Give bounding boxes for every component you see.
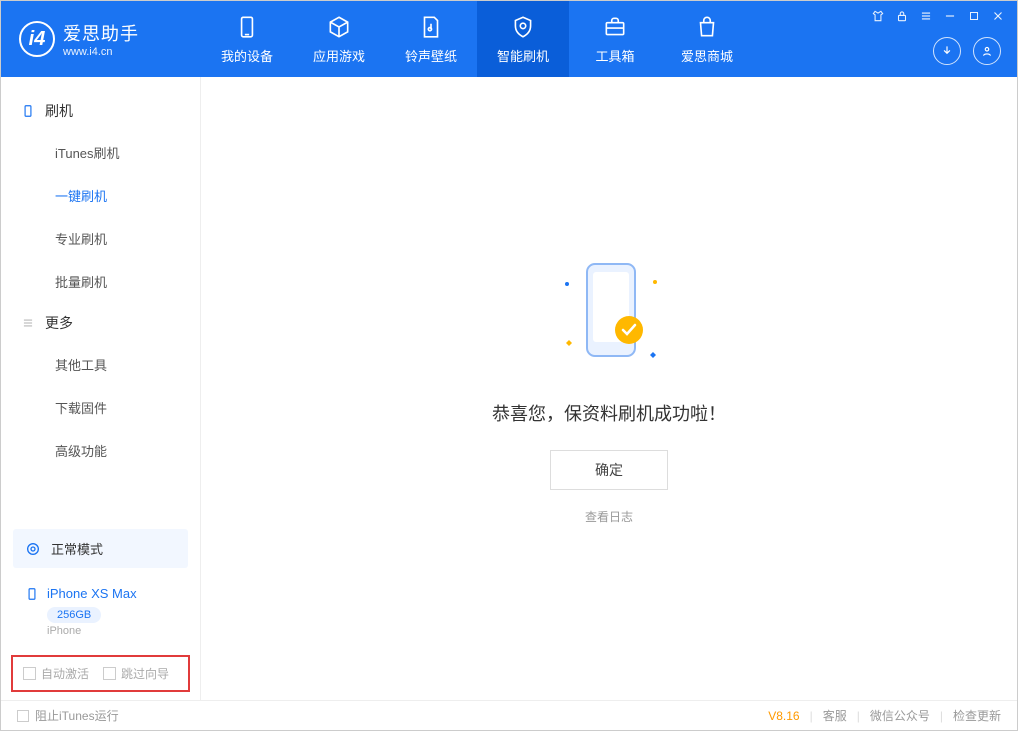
skip-guide-label: 跳过向导 xyxy=(121,665,169,682)
auto-activate-label: 自动激活 xyxy=(41,665,89,682)
tab-my-device[interactable]: 我的设备 xyxy=(201,1,293,77)
tab-toolbox-label: 工具箱 xyxy=(595,46,634,65)
tab-my-device-label: 我的设备 xyxy=(221,46,273,65)
sidebar-item-itunes-flash[interactable]: iTunes刷机 xyxy=(1,131,200,174)
success-illustration xyxy=(549,252,669,372)
body: 刷机 iTunes刷机 一键刷机 专业刷机 批量刷机 更多 其他工具 下载固件 … xyxy=(1,77,1017,700)
shield-gear-icon xyxy=(510,14,536,40)
window-controls xyxy=(871,9,1005,23)
separator: | xyxy=(810,709,813,723)
sidebar-item-oneclick-flash[interactable]: 一键刷机 xyxy=(1,174,200,217)
toolbox-icon xyxy=(602,14,628,40)
lock-icon[interactable] xyxy=(895,9,909,23)
refresh-icon xyxy=(25,541,41,557)
bag-icon xyxy=(694,14,720,40)
checkbox-row: 自动激活 跳过向导 xyxy=(11,655,190,692)
phone-small-icon xyxy=(25,587,39,601)
tab-store-label: 爱思商城 xyxy=(681,46,733,65)
logo-text: 爱思助手 www.i4.cn xyxy=(63,20,139,58)
main-content: 恭喜您，保资料刷机成功啦！ 确定 查看日志 xyxy=(201,77,1017,700)
user-button[interactable] xyxy=(973,37,1001,65)
checkbox-icon xyxy=(17,710,29,722)
nav-tabs: 我的设备 应用游戏 铃声壁纸 智能刷机 工具箱 爱思商城 xyxy=(201,1,753,77)
sidebar: 刷机 iTunes刷机 一键刷机 专业刷机 批量刷机 更多 其他工具 下载固件 … xyxy=(1,77,201,700)
view-log-link[interactable]: 查看日志 xyxy=(585,508,633,525)
menu-icon[interactable] xyxy=(919,9,933,23)
sidebar-bottom: 正常模式 iPhone XS Max 256GB iPhone 自动激活 跳过向… xyxy=(1,521,200,700)
auto-activate-checkbox[interactable]: 自动激活 xyxy=(23,665,89,682)
block-itunes-label: 阻止iTunes运行 xyxy=(35,707,119,724)
cube-icon xyxy=(326,14,352,40)
mode-label: 正常模式 xyxy=(51,539,103,558)
shirt-icon[interactable] xyxy=(871,9,885,23)
sidebar-item-other-tools[interactable]: 其他工具 xyxy=(1,343,200,386)
separator: | xyxy=(940,709,943,723)
sidebar-item-pro-flash[interactable]: 专业刷机 xyxy=(1,217,200,260)
minimize-icon[interactable] xyxy=(943,9,957,23)
tab-store[interactable]: 爱思商城 xyxy=(661,1,753,77)
tab-ring-wall-label: 铃声壁纸 xyxy=(405,46,457,65)
tab-smart-flash[interactable]: 智能刷机 xyxy=(477,1,569,77)
checkbox-icon xyxy=(103,667,116,680)
tab-ring-wall[interactable]: 铃声壁纸 xyxy=(385,1,477,77)
header-actions xyxy=(933,37,1001,65)
close-icon[interactable] xyxy=(991,9,1005,23)
logo-icon: i4 xyxy=(19,21,55,57)
sidebar-group-flash-label: 刷机 xyxy=(45,101,73,121)
sidebar-item-download-fw[interactable]: 下载固件 xyxy=(1,386,200,429)
sidebar-group-more[interactable]: 更多 xyxy=(1,303,200,343)
tab-apps-games-label: 应用游戏 xyxy=(313,46,365,65)
version-label: V8.16 xyxy=(768,709,799,723)
device-icon xyxy=(21,104,35,118)
phone-icon xyxy=(234,14,260,40)
separator: | xyxy=(857,709,860,723)
wechat-link[interactable]: 微信公众号 xyxy=(870,707,930,724)
footer: 阻止iTunes运行 V8.16 | 客服 | 微信公众号 | 检查更新 xyxy=(1,700,1017,730)
block-itunes-checkbox[interactable]: 阻止iTunes运行 xyxy=(17,707,119,724)
app-subtitle: www.i4.cn xyxy=(63,46,139,58)
device-storage-badge: 256GB xyxy=(47,607,101,623)
success-message: 恭喜您，保资料刷机成功啦！ xyxy=(492,400,726,426)
tab-apps-games[interactable]: 应用游戏 xyxy=(293,1,385,77)
tab-toolbox[interactable]: 工具箱 xyxy=(569,1,661,77)
maximize-icon[interactable] xyxy=(967,9,981,23)
sidebar-item-advanced[interactable]: 高级功能 xyxy=(1,429,200,472)
device-name: iPhone XS Max xyxy=(47,586,137,601)
header: i4 爱思助手 www.i4.cn 我的设备 应用游戏 铃声壁纸 智能刷机 工具… xyxy=(1,1,1017,77)
sidebar-item-batch-flash[interactable]: 批量刷机 xyxy=(1,260,200,303)
device-type: iPhone xyxy=(47,625,176,637)
ok-button[interactable]: 确定 xyxy=(550,450,668,490)
skip-guide-checkbox[interactable]: 跳过向导 xyxy=(103,665,169,682)
tab-smart-flash-label: 智能刷机 xyxy=(497,46,549,65)
mode-box[interactable]: 正常模式 xyxy=(13,529,188,568)
music-file-icon xyxy=(418,14,444,40)
list-icon xyxy=(21,316,35,330)
support-link[interactable]: 客服 xyxy=(823,707,847,724)
checkbox-icon xyxy=(23,667,36,680)
device-box[interactable]: iPhone XS Max 256GB iPhone xyxy=(13,576,188,647)
check-update-link[interactable]: 检查更新 xyxy=(953,707,1001,724)
app-title: 爱思助手 xyxy=(63,20,139,46)
sidebar-group-flash[interactable]: 刷机 xyxy=(1,91,200,131)
sidebar-group-more-label: 更多 xyxy=(45,313,73,333)
logo-area[interactable]: i4 爱思助手 www.i4.cn xyxy=(1,20,201,58)
download-button[interactable] xyxy=(933,37,961,65)
